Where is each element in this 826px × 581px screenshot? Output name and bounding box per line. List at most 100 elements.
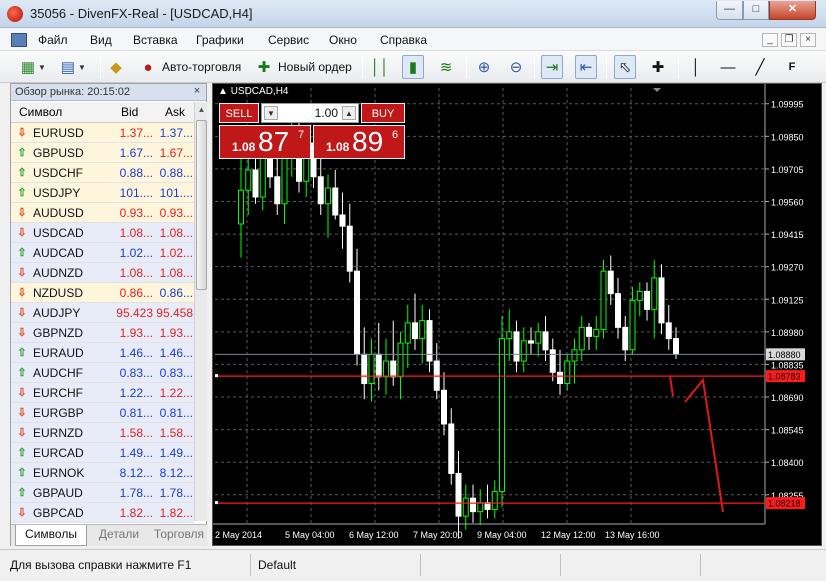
table-row[interactable]: ⇩ EURCHF 1.22... 1.22... <box>11 383 194 403</box>
horizontal-line-button[interactable]: — <box>718 55 738 79</box>
menu-charts[interactable]: Графики <box>196 33 244 47</box>
table-row[interactable]: ⇧ EURAUD 1.46... 1.46... <box>11 343 194 363</box>
tab-trading[interactable]: Торговля <box>151 525 207 546</box>
table-row[interactable]: ⇩ AUDJPY 95.423 95.458 <box>11 303 194 323</box>
buy-price-box[interactable]: 1.08 89 6 <box>313 125 405 159</box>
table-row[interactable]: ⇩ EURGBP 0.81... 0.81... <box>11 403 194 423</box>
table-row[interactable]: ⇧ GBPUSD 1.67... 1.67... <box>11 143 194 163</box>
lot-size-field[interactable]: ▼ 1.00 ▲ <box>261 103 359 123</box>
table-row[interactable]: ⇧ GBPAUD 1.78... 1.78... <box>11 483 194 503</box>
symbol-name: USDCAD <box>33 226 84 240</box>
maximize-button[interactable]: □ <box>743 1 769 20</box>
buy-button[interactable]: BUY <box>361 103 405 123</box>
table-row[interactable]: ⇩ NZDUSD 0.86... 0.86... <box>11 283 194 303</box>
x-tick-label: 9 May 04:00 <box>477 530 527 540</box>
menu-view[interactable]: Вид <box>90 33 112 47</box>
menu-tools[interactable]: Сервис <box>268 33 309 47</box>
close-button[interactable]: ✕ <box>769 1 816 20</box>
column-symbol[interactable]: Символ <box>19 105 62 119</box>
menu-insert[interactable]: Вставка <box>133 33 178 47</box>
lot-size-value[interactable]: 1.00 <box>282 106 338 120</box>
fibonacci-icon: F <box>788 61 796 73</box>
trendline-button[interactable]: ╱ <box>750 55 770 79</box>
chart-shift-button[interactable]: ⇤ <box>575 55 597 79</box>
bid-price: 0.93... <box>119 206 153 220</box>
line-chart-button[interactable]: ≋ <box>436 55 456 79</box>
candle-body <box>622 326 629 351</box>
sell-price-box[interactable]: 1.08 87 7 <box>219 125 311 159</box>
minimize-button[interactable]: — <box>716 1 743 20</box>
table-row[interactable]: ⇩ GBPCAD 1.82... 1.82... <box>11 503 194 523</box>
symbol-name: AUDNZD <box>33 266 83 280</box>
column-ask[interactable]: Ask <box>165 105 185 119</box>
table-row[interactable]: ⇩ GBPNZD 1.93... 1.93... <box>11 323 194 343</box>
table-row[interactable]: ⇩ EURNZD 1.58... 1.58... <box>11 423 194 443</box>
chart-window-icon[interactable] <box>11 33 27 47</box>
metaeditor-button[interactable]: ◆ <box>106 55 126 79</box>
new-order-button[interactable]: ✚ Новый ордер <box>254 55 352 79</box>
scrollbar-thumb[interactable] <box>196 120 207 290</box>
mdi-minimize-button[interactable]: _ <box>762 33 778 47</box>
mdi-restore-button[interactable]: ❐ <box>781 33 797 47</box>
cursor-button[interactable]: ⬁ <box>614 55 636 79</box>
app-icon <box>7 6 23 22</box>
table-row[interactable]: ⇩ AUDUSD 0.93... 0.93... <box>11 203 194 223</box>
arrow-down-icon: ⇩ <box>17 207 27 219</box>
tab-details[interactable]: Детали <box>89 525 149 546</box>
arrow-up-icon: ⇧ <box>17 347 27 359</box>
level-price-label: 1.08218 <box>768 499 801 509</box>
menu-file[interactable]: Файл <box>38 33 68 47</box>
chart-shift-marker <box>653 88 661 92</box>
candle-body <box>281 151 288 205</box>
crosshair-button[interactable]: ✚ <box>648 55 668 79</box>
auto-trading-button[interactable]: ● Авто-торговля <box>138 55 241 79</box>
candle-body <box>644 290 650 310</box>
zoom-in-button[interactable]: ⊕ <box>474 55 494 79</box>
candle-body <box>354 270 360 355</box>
table-row[interactable]: ⇧ USDJPY 101.... 101.... <box>11 183 194 203</box>
arrow-down-icon: ⇩ <box>17 427 27 439</box>
table-row[interactable]: ⇧ USDCHF 0.88... 0.88... <box>11 163 194 183</box>
new-chart-button[interactable]: ▦ ▼ <box>18 55 46 79</box>
x-tick-label: 7 May 20:00 <box>413 530 463 540</box>
column-bid[interactable]: Bid <box>121 105 138 119</box>
auto-scroll-button[interactable]: ⇥ <box>541 55 563 79</box>
close-icon[interactable]: × <box>190 85 204 99</box>
table-row[interactable]: ⇩ USDCAD 1.08... 1.08... <box>11 223 194 243</box>
menu-window[interactable]: Окно <box>329 33 357 47</box>
bid-price: 0.88... <box>119 166 153 180</box>
bar-chart-icon: ││ <box>370 58 390 76</box>
bid-price: 0.81... <box>119 406 153 420</box>
bid-price: 95.423 <box>116 306 153 320</box>
bid-price: 1.37... <box>119 126 153 140</box>
title-bar: 35056 - DivenFX-Real - [USDCAD,H4] — □ ✕ <box>0 0 826 28</box>
profiles-button[interactable]: ▤ ▼ <box>58 55 86 79</box>
y-tick-label: 1.08835 <box>771 360 804 370</box>
table-row[interactable]: ⇧ EURCAD 1.49... 1.49... <box>11 443 194 463</box>
candle-body <box>455 472 462 517</box>
table-row[interactable]: ⇧ AUDCHF 0.83... 0.83... <box>11 363 194 383</box>
candlestick-button[interactable]: ▮ <box>402 55 424 79</box>
lot-increase-icon[interactable]: ▲ <box>342 106 356 120</box>
table-row[interactable]: ⇧ EURNOK 8.12... 8.12... <box>11 463 194 483</box>
bar-chart-button[interactable]: ││ <box>370 55 390 79</box>
lot-decrease-icon[interactable]: ▼ <box>264 106 278 120</box>
sell-price-fraction: 7 <box>298 129 305 141</box>
vertical-line-button[interactable]: │ <box>686 55 706 79</box>
candle-body <box>375 353 382 378</box>
sell-button[interactable]: SELL <box>219 103 259 123</box>
table-row[interactable]: ⇩ EURUSD 1.37... 1.37... <box>11 123 194 143</box>
mdi-close-button[interactable]: × <box>800 33 816 47</box>
arrow-up-icon: ⇧ <box>17 487 27 499</box>
candle-body <box>462 497 469 517</box>
zoom-out-button[interactable]: ⊖ <box>506 55 526 79</box>
table-row[interactable]: ⇧ AUDCAD 1.02... 1.02... <box>11 243 194 263</box>
scroll-up-icon[interactable]: ▲ <box>196 103 207 117</box>
toolbar: ▦ ▼ ▤ ▼ ◆ ● Авто-торговля ✚ Новый ордер … <box>0 51 826 83</box>
tab-symbols[interactable]: Символы <box>15 525 87 546</box>
menu-help[interactable]: Справка <box>380 33 427 47</box>
table-row[interactable]: ⇩ AUDNZD 1.08... 1.08... <box>11 263 194 283</box>
fibonacci-button[interactable]: F <box>782 55 802 79</box>
bid-price: 1.58... <box>119 426 153 440</box>
market-watch-scrollbar[interactable]: ▲ <box>194 102 207 521</box>
